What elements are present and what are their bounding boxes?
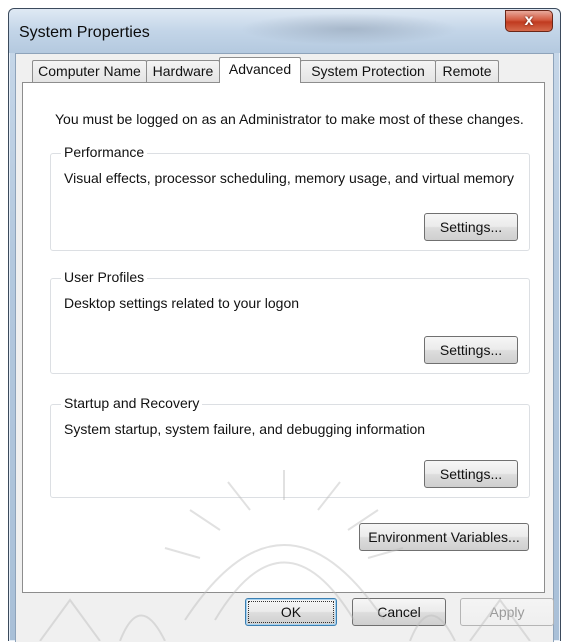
performance-description: Visual effects, processor scheduling, me… [64,170,515,186]
user-profiles-group-label: User Profiles [61,269,148,285]
user-profiles-group: User Profiles Desktop settings related t… [50,269,530,374]
performance-group-label: Performance [61,144,148,160]
tab-system-protection[interactable]: System Protection [300,60,436,82]
aero-glass-blur [239,13,459,45]
user-profiles-settings-button[interactable]: Settings... [424,336,518,364]
startup-recovery-settings-button[interactable]: Settings... [424,460,518,488]
performance-group: Performance Visual effects, processor sc… [50,144,530,251]
title-bar[interactable]: System Properties x [9,9,560,53]
tab-advanced[interactable]: Advanced [219,57,301,83]
cancel-button[interactable]: Cancel [352,598,446,626]
tab-remote[interactable]: Remote [435,60,499,82]
startup-recovery-description: System startup, system failure, and debu… [64,421,426,437]
apply-button[interactable]: Apply [460,598,554,626]
performance-settings-button[interactable]: Settings... [424,213,518,241]
tab-hardware[interactable]: Hardware [146,60,220,82]
environment-variables-button[interactable]: Environment Variables... [359,523,529,551]
close-button[interactable]: x [505,10,553,32]
startup-recovery-group-label: Startup and Recovery [61,395,203,411]
ok-button[interactable]: OK [245,598,337,626]
admin-notice: You must be logged on as an Administrato… [55,111,524,127]
tab-computer-name[interactable]: Computer Name [32,60,147,82]
close-icon: x [524,12,534,29]
user-profiles-description: Desktop settings related to your logon [64,295,300,311]
startup-recovery-group: Startup and Recovery System startup, sys… [50,395,530,498]
window-title: System Properties [19,24,150,41]
